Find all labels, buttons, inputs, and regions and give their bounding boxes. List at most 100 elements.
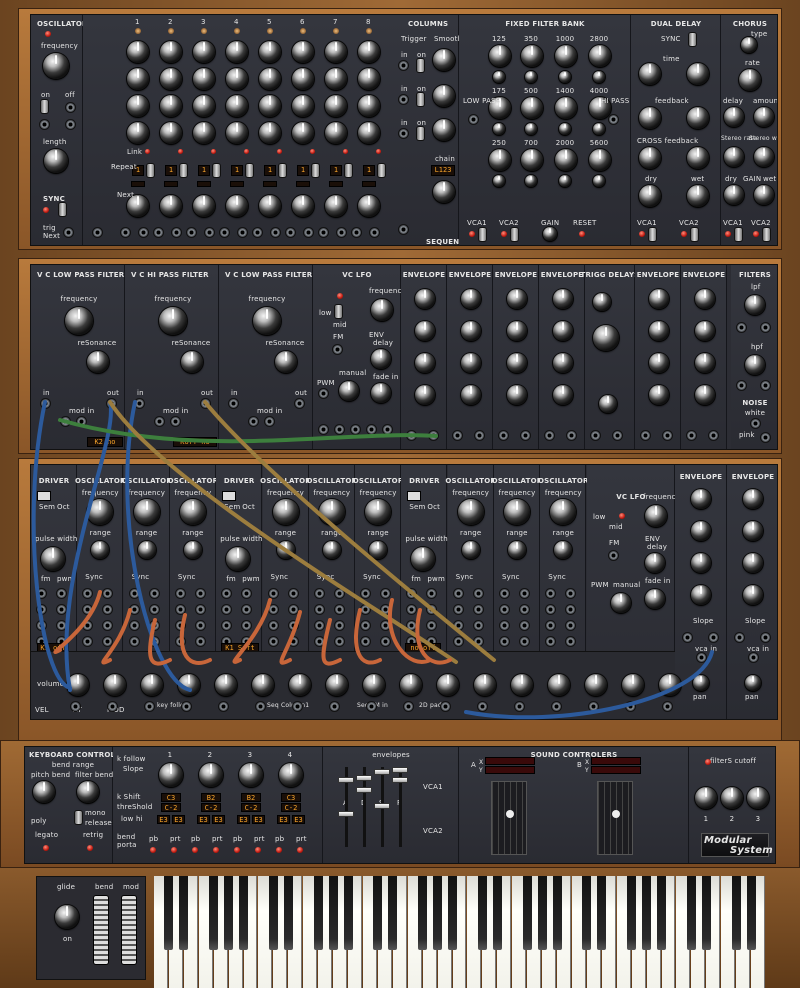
seq-step-jack[interactable] (238, 228, 247, 237)
vclpf2-frequency-knob[interactable] (253, 307, 281, 335)
black-key[interactable] (268, 876, 278, 950)
voice-range-knob[interactable] (508, 541, 526, 559)
mid-envelope-knob[interactable] (415, 289, 435, 309)
volume-jack[interactable] (663, 702, 672, 711)
dual-delay-vca1-switch[interactable] (649, 228, 656, 241)
voice-jack[interactable] (314, 589, 324, 598)
voice-jack[interactable] (268, 621, 278, 630)
osc-off-jack[interactable] (66, 103, 75, 112)
filter-bend-knob[interactable] (77, 781, 99, 803)
volume-jack[interactable] (182, 702, 191, 711)
env-fader-cap-vca1[interactable] (356, 775, 372, 781)
voice-jack[interactable] (149, 589, 159, 598)
seq-knob[interactable] (226, 122, 248, 144)
mid-envelope-knob[interactable] (507, 385, 527, 405)
black-key[interactable] (492, 876, 502, 950)
osc-length-knob[interactable] (44, 149, 68, 173)
xy-pad[interactable] (491, 781, 527, 855)
black-key[interactable] (373, 876, 383, 950)
volume-jack[interactable] (404, 702, 413, 711)
mid-envelope-in-jack[interactable] (591, 431, 600, 440)
voice-jack[interactable] (407, 605, 417, 614)
seq-knob[interactable] (325, 41, 347, 63)
black-key[interactable] (552, 876, 562, 950)
voice-jack[interactable] (500, 621, 509, 630)
black-key[interactable] (746, 876, 756, 950)
mid-envelope-out-jack[interactable] (709, 431, 718, 440)
filter-band-trim[interactable] (593, 71, 605, 83)
vc-lfo-out-4[interactable] (367, 425, 376, 434)
filters-hpf-knob[interactable] (745, 355, 765, 375)
seq-bottom-knob[interactable] (226, 195, 248, 217)
filter-band-trim[interactable] (559, 71, 571, 83)
voice-env2-out-jack[interactable] (761, 633, 770, 642)
vclpf1-in-jack[interactable] (41, 399, 50, 408)
voice-jack[interactable] (175, 637, 185, 646)
vc-lfo-out-3[interactable] (351, 425, 360, 434)
vchpf-mod-jack-1[interactable] (155, 417, 164, 426)
xy-pad-handle[interactable] (506, 810, 514, 818)
black-key[interactable] (209, 876, 219, 950)
noise-pink-jack[interactable] (761, 433, 770, 442)
voice-jack[interactable] (222, 621, 232, 630)
volume-jack[interactable] (478, 702, 487, 711)
voice-jack[interactable] (242, 621, 252, 630)
seq-knob[interactable] (292, 95, 314, 117)
voice-jack[interactable] (334, 637, 344, 646)
mid-envelope-knob[interactable] (649, 321, 669, 341)
seq-step-jack[interactable] (253, 228, 262, 237)
voice-jack[interactable] (149, 637, 159, 646)
vchpf-out-jack[interactable] (201, 399, 210, 408)
voice-jack[interactable] (453, 637, 463, 646)
volume-jack[interactable] (293, 702, 302, 711)
seq-bottom-knob[interactable] (292, 195, 314, 217)
xy-pad-handle[interactable] (612, 810, 620, 818)
filter-band-knob[interactable] (555, 45, 577, 67)
voice-frequency-knob[interactable] (318, 499, 345, 525)
voice-jack[interactable] (83, 621, 93, 630)
voice-jack[interactable] (520, 621, 529, 630)
voice-vc-lfo-manual-knob[interactable] (611, 593, 631, 613)
seq-knob[interactable] (358, 95, 380, 117)
glide-knob[interactable] (55, 905, 79, 929)
voice-jack[interactable] (129, 589, 139, 598)
black-key[interactable] (477, 876, 487, 950)
voice-jack[interactable] (268, 605, 278, 614)
filters-lpf-knob[interactable] (745, 295, 765, 315)
black-key[interactable] (657, 876, 666, 950)
chorus-delay-knob[interactable] (724, 107, 744, 127)
voice-jack[interactable] (103, 605, 113, 614)
black-key[interactable] (224, 876, 234, 950)
driver-pw-knob[interactable] (226, 547, 251, 571)
voice-jack[interactable] (361, 605, 371, 614)
voice-jack[interactable] (361, 637, 371, 646)
mid-envelope-knob[interactable] (649, 353, 669, 373)
dual-delay-cross-l-knob[interactable] (639, 147, 661, 169)
env-fader-cap-vca1[interactable] (338, 777, 354, 783)
voice-jack[interactable] (268, 637, 278, 646)
black-key[interactable] (522, 876, 532, 950)
env-fader-cap-vca1[interactable] (374, 769, 390, 775)
mid-envelope-knob[interactable] (461, 385, 481, 405)
voice-frequency-knob[interactable] (272, 499, 299, 525)
columns-in-jack-2[interactable] (399, 95, 408, 104)
voice-env1-d-knob[interactable] (691, 521, 711, 541)
mid-envelope-in-jack[interactable] (407, 431, 416, 440)
mid-envelope-knob[interactable] (553, 385, 573, 405)
black-key[interactable] (283, 876, 293, 950)
voice-range-knob[interactable] (183, 541, 202, 559)
volume-knob[interactable] (215, 674, 237, 696)
voice-jack[interactable] (334, 621, 344, 630)
env-fader-cap-vca2[interactable] (392, 777, 408, 783)
seq-knob[interactable] (259, 68, 281, 90)
black-key[interactable] (388, 876, 398, 950)
seq-repeat-switch[interactable] (279, 164, 286, 177)
seq-step-jack[interactable] (154, 228, 163, 237)
vc-lfo-out-2[interactable] (335, 425, 344, 434)
voice-jack[interactable] (288, 637, 298, 646)
vc-lfo-pwm-jack[interactable] (319, 389, 328, 398)
seq-repeat-switch[interactable] (213, 164, 220, 177)
seq-bottom-knob[interactable] (160, 195, 182, 217)
voice-jack[interactable] (427, 621, 437, 630)
mid-envelope-in-jack[interactable] (641, 431, 650, 440)
